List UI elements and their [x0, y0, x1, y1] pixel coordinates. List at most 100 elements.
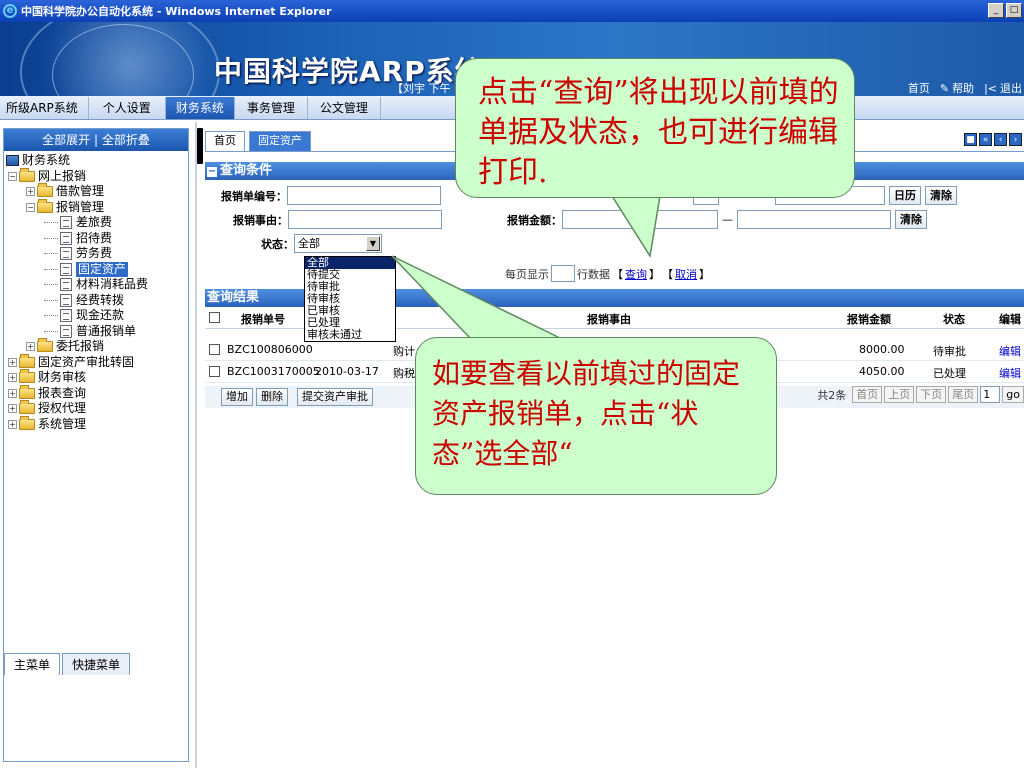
sidebar-tree-item[interactable]: 固定资产: [6, 261, 188, 277]
home-link[interactable]: 首页: [908, 80, 930, 96]
collapse-node-icon[interactable]: −: [26, 202, 35, 212]
close-all-icon[interactable]: ■: [964, 133, 977, 146]
doc-no-label: 报销单编号：: [221, 189, 287, 203]
delete-button[interactable]: 删除: [256, 388, 288, 406]
document-icon: [60, 309, 72, 323]
menu-item-finance[interactable]: 财务系统: [165, 97, 235, 119]
sidebar-tree-item[interactable]: 普通报销单: [6, 324, 188, 340]
expand-node-icon[interactable]: +: [8, 357, 17, 367]
reason-input[interactable]: [288, 210, 442, 229]
cancel-link[interactable]: 取消: [675, 266, 697, 282]
sidebar-tree-item[interactable]: + 系统管理: [6, 415, 188, 433]
help-link-label: 帮助: [952, 82, 975, 95]
menu-item-affairs[interactable]: 事务管理: [235, 97, 308, 119]
next-page-button[interactable]: 下页: [916, 386, 947, 403]
page-size-input[interactable]: [551, 265, 575, 282]
calendar-button[interactable]: 日历: [889, 186, 921, 205]
menu-item-documents[interactable]: 公文管理: [308, 97, 381, 119]
expand-node-icon[interactable]: +: [8, 373, 17, 383]
query-link[interactable]: 查询: [625, 266, 647, 282]
submit-approval-button[interactable]: 提交资产审批: [297, 388, 373, 406]
status-select[interactable]: 全部 ▼: [294, 234, 382, 253]
sidebar-tree-item[interactable]: 招待费: [6, 231, 188, 247]
expand-node-icon[interactable]: +: [8, 388, 17, 398]
tab-shortcut-menu[interactable]: 快捷菜单: [62, 653, 131, 675]
sidebar-tree-item[interactable]: 差旅费: [6, 215, 188, 231]
sidebar-tree-item[interactable]: + 授权代理: [6, 400, 188, 417]
row-amount: 4050.00: [859, 365, 905, 378]
menu-item-personal-settings[interactable]: 个人设置: [89, 97, 166, 119]
expand-node-icon[interactable]: +: [26, 187, 35, 197]
sidebar-tree-item[interactable]: 财务系统: [6, 153, 188, 169]
left-icon[interactable]: ‹: [994, 133, 1007, 146]
maximize-button[interactable]: □: [1006, 3, 1022, 18]
tree-connector: [44, 299, 58, 301]
sidebar-tree-item[interactable]: 现金还款: [6, 308, 188, 324]
help-link[interactable]: ✎ 帮助: [940, 80, 974, 96]
doc-no-input[interactable]: [287, 186, 441, 205]
sidebar-tree-label: 劳务费: [76, 246, 113, 260]
expand-node-icon[interactable]: +: [26, 342, 35, 352]
minimize-button[interactable]: _: [988, 3, 1004, 18]
chevron-down-icon[interactable]: ▼: [366, 236, 380, 251]
tab-main-menu[interactable]: 主菜单: [4, 653, 61, 675]
double-left-icon[interactable]: «: [979, 133, 992, 146]
bracket-open: 【: [612, 267, 623, 281]
expand-node-icon[interactable]: +: [8, 404, 17, 414]
sidebar-tree-label: 招待费: [76, 230, 113, 245]
row-edit-link[interactable]: 编辑: [999, 365, 1021, 381]
right-icon[interactable]: ›: [1009, 133, 1022, 146]
tree-connector: [44, 253, 58, 255]
row-status: 待审批: [933, 345, 966, 358]
sidebar-tree-item[interactable]: + 报表查询: [6, 384, 188, 402]
bracket-close-2: 】: [699, 267, 710, 281]
collapse-node-icon[interactable]: −: [8, 171, 17, 181]
clear-date-button[interactable]: 清除: [925, 186, 957, 205]
collapse-all-link[interactable]: 全部折叠: [102, 133, 150, 147]
window-title-text: 中国科学院办公自动化系统: [21, 5, 153, 18]
status-option[interactable]: 审核未通过: [305, 329, 395, 341]
tab-fixed-assets[interactable]: 固定资产: [249, 131, 311, 151]
row-checkbox[interactable]: [209, 366, 220, 377]
sidebar-tree-item[interactable]: − 网上报销: [6, 167, 188, 185]
page-number-input[interactable]: 1: [980, 386, 1001, 403]
frame-divider: [195, 122, 197, 768]
doc-no-row: 报销单编号：: [221, 186, 441, 205]
sidebar-tree-label: 财务系统: [22, 153, 71, 167]
add-button[interactable]: 增加: [221, 388, 253, 406]
last-page-button[interactable]: 尾页: [948, 386, 979, 403]
sidebar-tree-item[interactable]: 劳务费: [6, 246, 188, 262]
amount-max-input[interactable]: [737, 210, 891, 229]
prev-page-button[interactable]: 上页: [884, 386, 915, 403]
tab-home[interactable]: 首页: [205, 131, 245, 151]
sidebar-tree-label: 报表查询: [38, 385, 87, 400]
sidebar-tree-item[interactable]: 经费转拨: [6, 293, 188, 309]
first-page-button[interactable]: 首页: [852, 386, 883, 403]
sidebar-tree-item[interactable]: + 固定资产审批转固: [6, 353, 188, 371]
tree-connector: [44, 268, 58, 270]
select-all-checkbox[interactable]: [209, 312, 220, 323]
menu-item-arp[interactable]: 所级ARP系统: [0, 97, 89, 119]
document-icon: [60, 216, 72, 230]
clear-amount-button[interactable]: 清除: [895, 210, 927, 229]
tab-nav-buttons: ■ « ‹ ›: [964, 133, 1022, 146]
sidebar-tree-item[interactable]: + 财务审核: [6, 369, 188, 386]
document-icon: [60, 262, 72, 276]
folder-icon: [19, 167, 35, 182]
sidebar-tree-item[interactable]: − 报销管理: [6, 198, 188, 216]
sidebar-toggle-handle[interactable]: [197, 128, 203, 164]
folder-icon: [19, 384, 35, 399]
sidebar-tree-item[interactable]: 材料消耗品费: [6, 277, 188, 293]
sidebar-tree-item[interactable]: + 借款管理: [6, 183, 188, 200]
sidebar-tree-item[interactable]: + 委托报销: [6, 338, 188, 355]
amount-min-input[interactable]: [562, 210, 718, 229]
row-checkbox[interactable]: [209, 344, 220, 355]
row-edit-link[interactable]: 编辑: [999, 343, 1021, 359]
expand-node-icon[interactable]: +: [8, 419, 17, 429]
logout-link[interactable]: |< 退出: [984, 80, 1022, 96]
amount-label: 报销金额：: [507, 213, 562, 227]
expand-all-link[interactable]: 全部展开: [42, 133, 90, 147]
amount-row: 报销金额： — 清除: [507, 210, 927, 229]
go-button[interactable]: go: [1002, 386, 1024, 403]
row-amount: 8000.00: [859, 343, 905, 356]
